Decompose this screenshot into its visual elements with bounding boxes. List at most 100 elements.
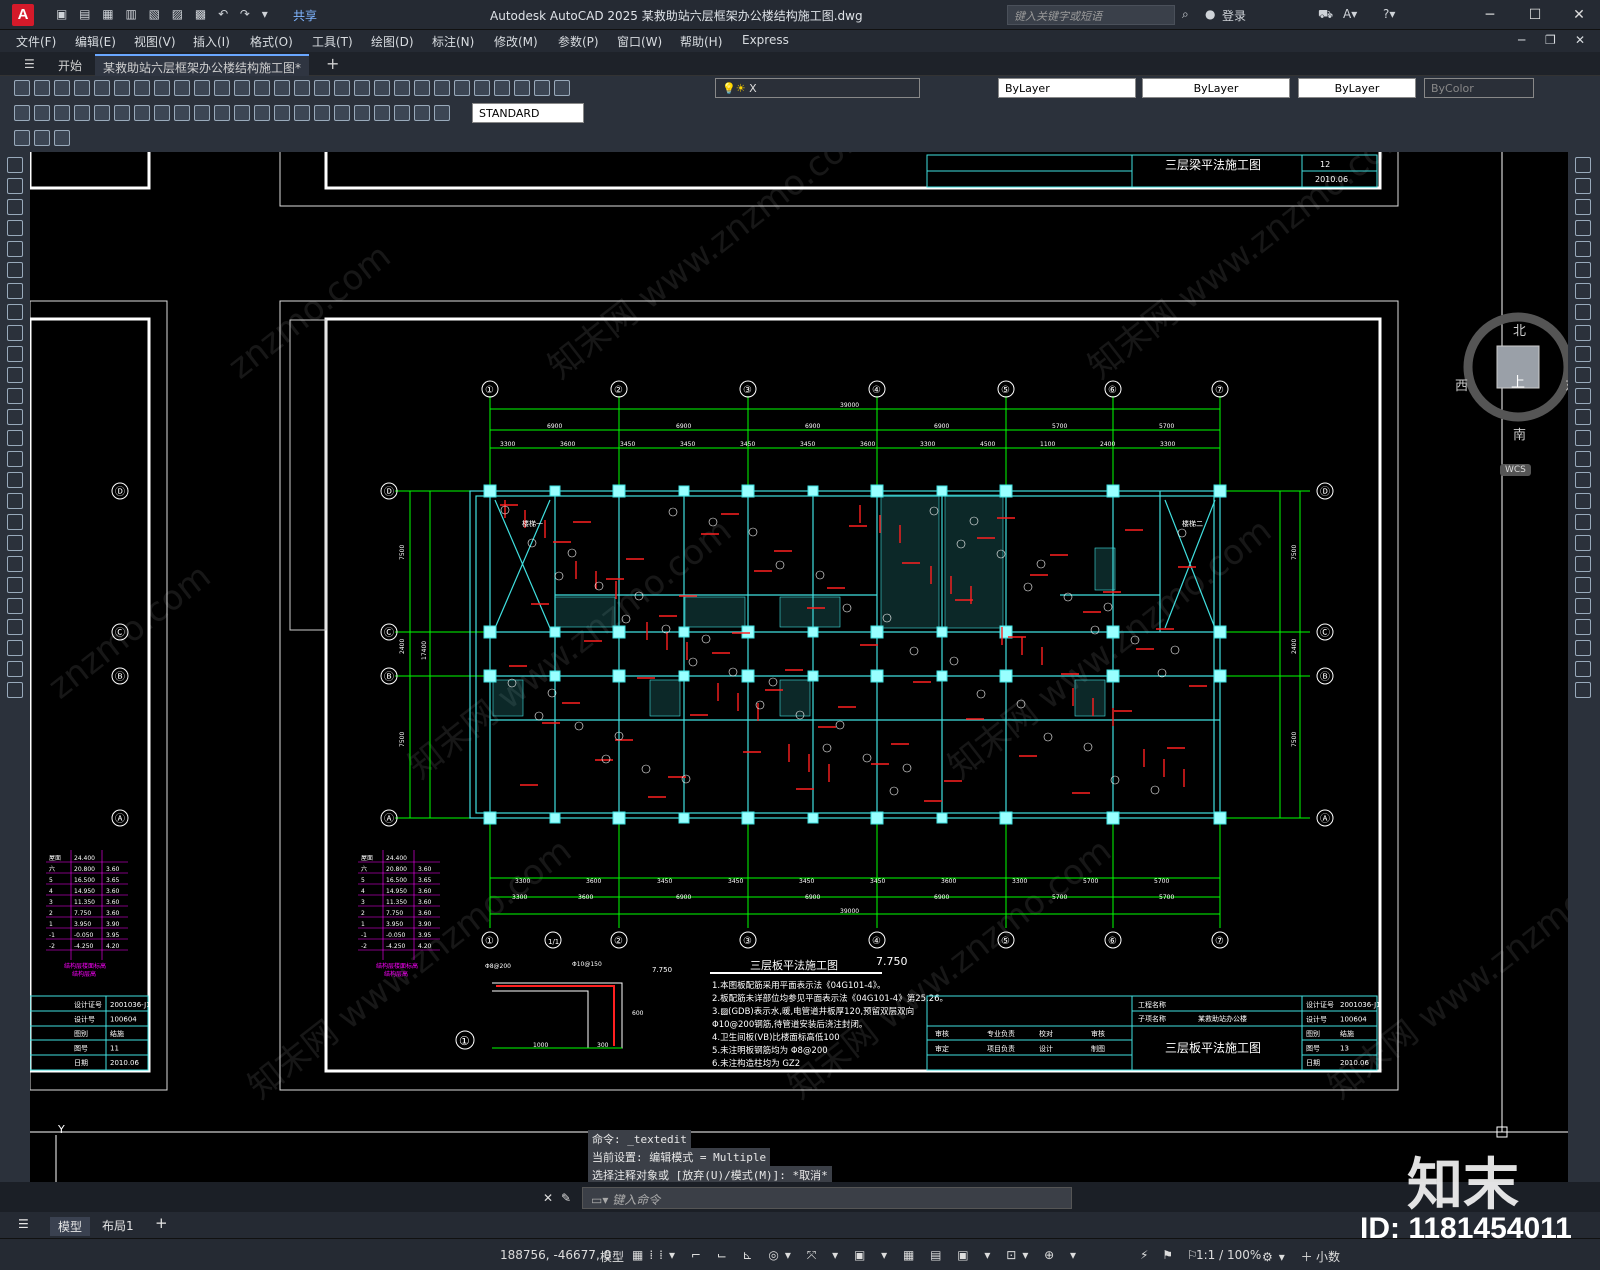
standard-tool-icon[interactable] (294, 80, 310, 96)
draw-tool-icon[interactable] (7, 430, 23, 446)
menu-window[interactable]: 窗口(W) (617, 33, 662, 50)
standard-tool-icon[interactable] (374, 80, 390, 96)
tool-icon[interactable] (14, 130, 30, 146)
wcs-menu[interactable]: WCS (1500, 464, 1531, 476)
dimension-tool-icon[interactable] (134, 105, 150, 121)
modify-tool-icon[interactable] (1575, 241, 1591, 257)
draw-tool-icon[interactable] (7, 325, 23, 341)
draw-tool-icon[interactable] (7, 241, 23, 257)
model-space-toggle[interactable]: 模型 (600, 1248, 624, 1265)
dimension-tool-icon[interactable] (334, 105, 350, 121)
new-tab-button[interactable]: + (318, 54, 347, 76)
draw-tool-icon[interactable] (7, 493, 23, 509)
standard-tool-icon[interactable] (254, 80, 270, 96)
standard-tool-icon[interactable] (474, 80, 490, 96)
modify-tool-icon[interactable] (1575, 535, 1591, 551)
draw-tool-icon[interactable] (7, 577, 23, 593)
draw-tool-icon[interactable] (7, 283, 23, 299)
dimension-tool-icon[interactable] (394, 105, 410, 121)
login-button[interactable]: 登录 (1222, 7, 1246, 23)
standard-tool-icon[interactable] (454, 80, 470, 96)
dimension-tool-icon[interactable] (414, 105, 430, 121)
close-button[interactable]: ✕ (1564, 4, 1594, 26)
standard-tool-icon[interactable] (534, 80, 550, 96)
dimension-tool-icon[interactable] (354, 105, 370, 121)
doc-minimize-button[interactable]: ─ (1518, 33, 1525, 47)
menu-view[interactable]: 视图(V) (134, 33, 176, 50)
dimension-tool-icon[interactable] (154, 105, 170, 121)
dimension-tool-icon[interactable] (274, 105, 290, 121)
draw-tool-icon[interactable] (7, 220, 23, 236)
standard-tool-icon[interactable] (314, 80, 330, 96)
share-button[interactable]: 共享 (293, 7, 317, 23)
viewcube-south[interactable]: 南 (1513, 424, 1526, 443)
dimension-tool-icon[interactable] (194, 105, 210, 121)
modify-tool-icon[interactable] (1575, 556, 1591, 572)
tool-icon[interactable] (54, 130, 70, 146)
draw-tool-icon[interactable] (7, 409, 23, 425)
standard-tool-icon[interactable] (494, 80, 510, 96)
standard-tool-icon[interactable] (154, 80, 170, 96)
menu-file[interactable]: 文件(F) (16, 33, 56, 50)
layer-dropdown[interactable]: 💡☀ X (715, 78, 920, 98)
modify-tool-icon[interactable] (1575, 430, 1591, 446)
draw-tool-icon[interactable] (7, 514, 23, 530)
menu-draw[interactable]: 绘图(D) (371, 33, 414, 50)
standard-tool-icon[interactable] (274, 80, 290, 96)
dimension-tool-icon[interactable] (54, 105, 70, 121)
dimension-tool-icon[interactable] (34, 105, 50, 121)
drafting-toggles[interactable]: ▦⁞⁞▾ ⌐ ⌙ ⊾ ◎▾ ⤧ ▾ ▣ ▾ ▦ ▤ ▣ ▾ ⊡▾ ⊕ ▾ (632, 1248, 1082, 1263)
modify-tool-icon[interactable] (1575, 262, 1591, 278)
tab-layout1[interactable]: 布局1 (102, 1217, 134, 1234)
standard-tool-icon[interactable] (134, 80, 150, 96)
modify-tool-icon[interactable] (1575, 514, 1591, 530)
standard-tool-icon[interactable] (94, 80, 110, 96)
menu-tools[interactable]: 工具(T) (312, 33, 353, 50)
modify-tool-icon[interactable] (1575, 493, 1591, 509)
modify-tool-icon[interactable] (1575, 598, 1591, 614)
minimize-button[interactable]: ─ (1475, 4, 1505, 26)
modify-tool-icon[interactable] (1575, 451, 1591, 467)
dimension-tool-icon[interactable] (114, 105, 130, 121)
modify-tool-icon[interactable] (1575, 472, 1591, 488)
draw-tool-icon[interactable] (7, 556, 23, 572)
text-style-dropdown[interactable]: STANDARD (472, 103, 584, 123)
quick-access-toolbar[interactable]: ▣ ▤ ▦ ▥ ▧ ▨ ▩ ↶ ↷ ▾ (56, 7, 272, 23)
viewcube-north[interactable]: 北 (1513, 320, 1526, 339)
standard-tool-icon[interactable] (394, 80, 410, 96)
draw-tool-icon[interactable] (7, 598, 23, 614)
draw-tool-icon[interactable] (7, 157, 23, 173)
viewcube-top[interactable]: 上 (1511, 372, 1525, 392)
standard-tool-icon[interactable] (14, 80, 30, 96)
standard-tool-icon[interactable] (74, 80, 90, 96)
command-input[interactable]: ▭▾ 键入命令 (582, 1187, 1072, 1209)
modify-tool-icon[interactable] (1575, 157, 1591, 173)
doc-close-button[interactable]: ✕ (1575, 33, 1585, 47)
standard-tool-icon[interactable] (514, 80, 530, 96)
plotstyle-dropdown[interactable]: ByColor (1424, 78, 1534, 98)
modify-tool-icon[interactable] (1575, 661, 1591, 677)
autocad-logo-icon[interactable]: A (12, 4, 34, 26)
modify-tool-icon[interactable] (1575, 409, 1591, 425)
workspace-toggles[interactable]: ⚙▾ ＋ (1262, 1248, 1319, 1265)
annotation-toggles[interactable]: ⚡ ⚑ ⚐ (1140, 1248, 1203, 1262)
standard-tool-icon[interactable] (234, 80, 250, 96)
standard-tool-icon[interactable] (34, 80, 50, 96)
dimension-tool-icon[interactable] (314, 105, 330, 121)
dimension-tool-icon[interactable] (94, 105, 110, 121)
modify-tool-icon[interactable] (1575, 178, 1591, 194)
extra-toolbar[interactable] (14, 130, 70, 148)
draw-tool-icon[interactable] (7, 367, 23, 383)
dimension-toolbar[interactable] (14, 105, 450, 123)
menu-edit[interactable]: 编辑(E) (75, 33, 116, 50)
draw-tool-icon[interactable] (7, 535, 23, 551)
maximize-button[interactable]: ☐ (1520, 4, 1550, 26)
standard-tool-icon[interactable] (554, 80, 570, 96)
draw-tool-icon[interactable] (7, 262, 23, 278)
dimension-tool-icon[interactable] (214, 105, 230, 121)
draw-tool-icon[interactable] (7, 661, 23, 677)
layout-menu-icon[interactable]: ☰ (18, 1217, 29, 1231)
annotation-scale[interactable]: 1:1 / 100% (1196, 1248, 1261, 1262)
draw-tool-icon[interactable] (7, 199, 23, 215)
menu-help[interactable]: 帮助(H) (680, 33, 722, 50)
